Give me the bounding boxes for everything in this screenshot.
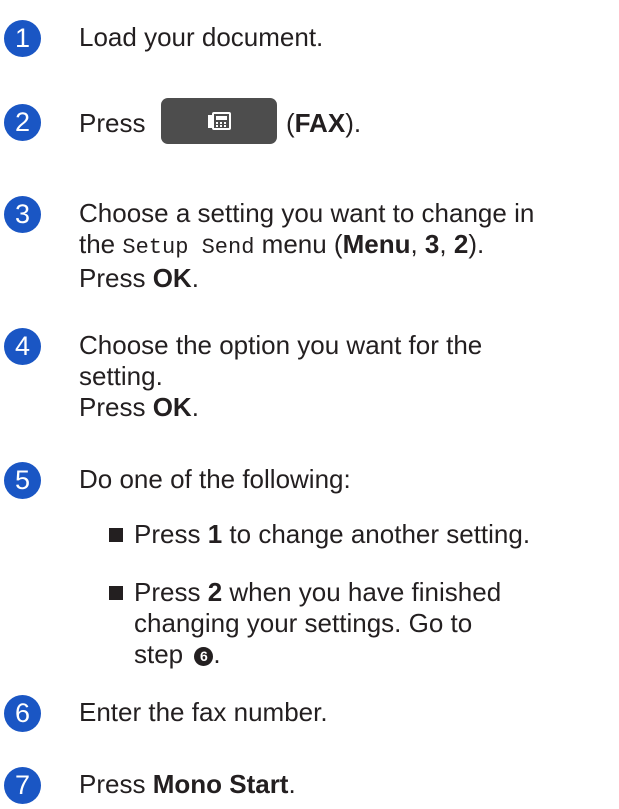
mono-start-key: Mono Start <box>152 769 289 799</box>
open-paren: ( <box>285 107 295 138</box>
step-number-badge: 5 <box>4 462 41 499</box>
step-6-text: Enter the fax number. <box>79 697 328 727</box>
fax-icon <box>207 112 231 130</box>
bullet-square <box>109 586 123 600</box>
step-4-line-3: Press OK. <box>79 392 199 422</box>
bullet-square <box>109 528 123 542</box>
menu-key: Menu <box>342 229 411 259</box>
step-text: Choose a setting you want to change in t… <box>79 198 609 294</box>
bullet-item-1: Press 1 to change another setting. <box>109 519 611 550</box>
step-number-badge: 4 <box>4 328 41 365</box>
step-number-badge: 6 <box>4 695 41 732</box>
step-number-badge: 7 <box>4 767 41 804</box>
ok-key: OK <box>152 392 192 422</box>
step-text: Press Mono Start. <box>79 769 296 799</box>
bullet-item-2: Press 2 when you have finished changing … <box>109 577 611 670</box>
step-number-badge: 2 <box>4 104 41 141</box>
step-3-line-3: Press OK. <box>79 263 199 293</box>
menu-name: Setup Send <box>122 235 255 260</box>
step-number-badge: 3 <box>4 196 41 233</box>
ok-key: OK <box>152 263 192 293</box>
press-label: Press <box>79 107 146 138</box>
step-text: Choose the option you want for the setti… <box>79 330 609 423</box>
step-number-badge: 1 <box>4 20 41 57</box>
fax-key-label: FAX <box>294 107 346 138</box>
step-ref-badge: 6 <box>194 646 214 666</box>
key-1: 1 <box>207 519 223 549</box>
step-1-text: Load your document. <box>79 22 324 52</box>
step-3-line-1: Choose a setting you want to change in <box>79 198 535 228</box>
step-text: Press (FAX). <box>79 98 609 144</box>
fax-key-button[interactable] <box>160 98 277 144</box>
step-4-line-2: setting. <box>79 361 163 391</box>
step-text: Enter the fax number. <box>79 697 609 728</box>
step-4-line-1: Choose the option you want for the <box>79 330 483 360</box>
step-3-line-2: the Setup Send menu (Menu, 3, 2). <box>79 229 485 260</box>
key-2: 2 <box>207 577 223 607</box>
step-text: Do one of the following: <box>79 464 609 495</box>
step-text: Load your document. <box>79 22 609 53</box>
close-paren: ). <box>345 107 362 138</box>
step-5-text: Do one of the following: <box>79 464 351 494</box>
